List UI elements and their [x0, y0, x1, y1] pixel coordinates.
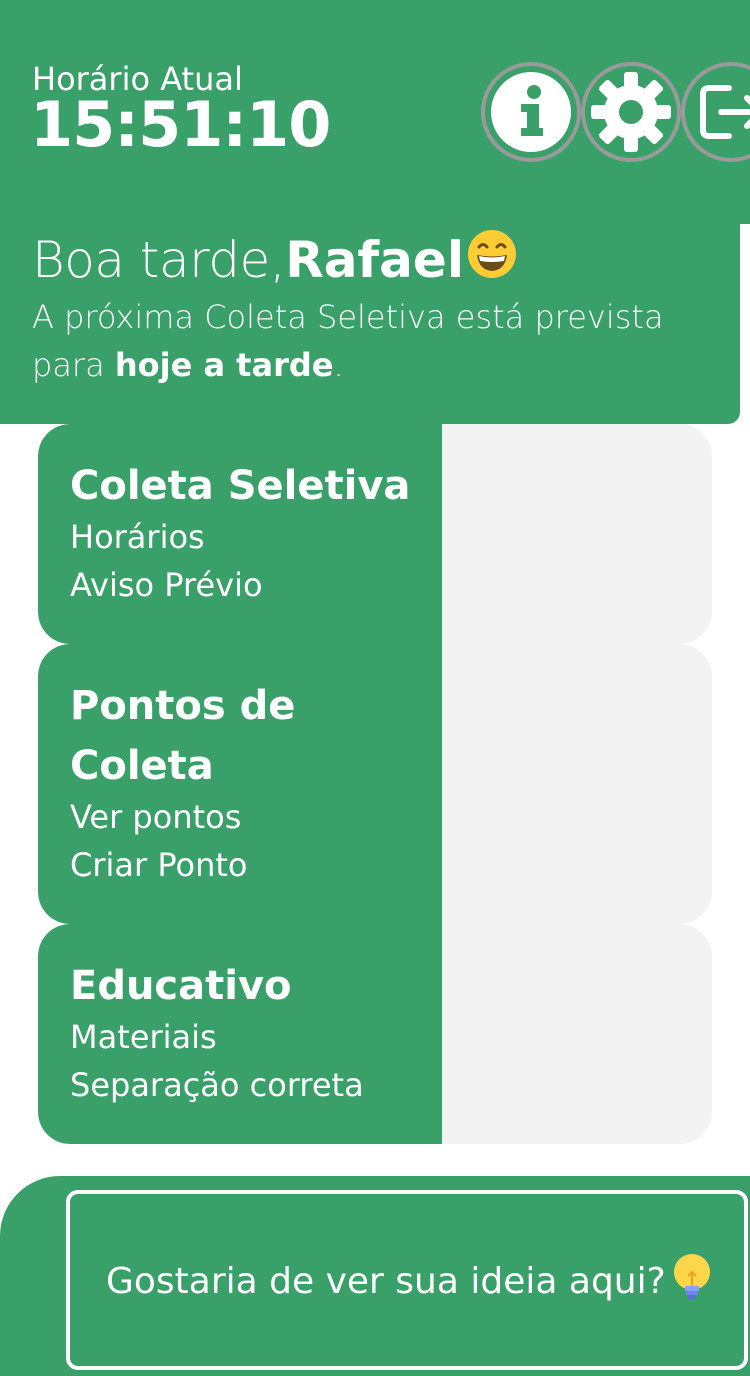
link-aviso-previo[interactable]: Aviso Prévio	[70, 566, 263, 604]
user-name: Rafael	[285, 231, 464, 289]
card-title: Pontos de Coleta	[70, 683, 296, 789]
next-collection-prefix: para	[32, 346, 115, 384]
card-title: Coleta Seletiva	[70, 463, 411, 509]
next-collection-suffix: .	[333, 346, 344, 384]
card-pontos-de-coleta[interactable]: Pontos de Coleta Ver pontos Criar Ponto	[38, 644, 712, 924]
gear-icon	[591, 72, 671, 152]
link-ver-pontos[interactable]: Ver pontos	[70, 798, 241, 836]
lightbulb-icon	[670, 1252, 714, 1311]
current-time-value: 15:51:10	[30, 88, 331, 161]
card-educativo[interactable]: Educativo Materiais Separação correta	[38, 924, 712, 1144]
idea-button[interactable]: Gostaria de ver sua ideia aqui?	[66, 1190, 748, 1370]
next-collection-when: para hoje a tarde.	[32, 346, 344, 384]
idea-text: Gostaria de ver sua ideia aqui?	[106, 1261, 666, 1302]
grinning-face-emoji	[466, 228, 518, 292]
card-coleta-seletiva[interactable]: Coleta Seletiva Horários Aviso Prévio	[38, 424, 712, 644]
next-collection-text: A próxima Coleta Seletiva está prevista	[32, 298, 664, 336]
link-materiais[interactable]: Materiais	[70, 1018, 217, 1056]
link-separacao-correta[interactable]: Separação correta	[70, 1066, 364, 1104]
info-button[interactable]	[481, 62, 581, 162]
info-icon	[491, 72, 571, 152]
link-horarios[interactable]: Horários	[70, 518, 205, 556]
idea-label: Gostaria de ver sua ideia aqui?	[106, 1252, 714, 1311]
logout-icon	[700, 85, 750, 139]
settings-button[interactable]	[581, 62, 681, 162]
greeting: Boa tarde, Rafael	[32, 228, 518, 292]
next-collection-time: hoje a tarde	[114, 346, 334, 384]
card-title: Educativo	[70, 963, 292, 1009]
greeting-prefix: Boa tarde,	[32, 231, 286, 289]
link-criar-ponto[interactable]: Criar Ponto	[70, 846, 247, 884]
